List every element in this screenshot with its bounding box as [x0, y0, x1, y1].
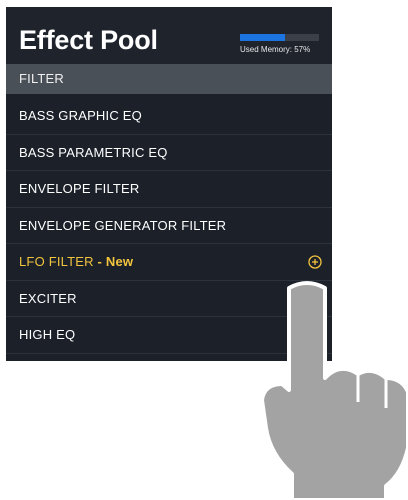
new-badge: - New: [93, 254, 134, 269]
header: Effect Pool Used Memory: 57%: [6, 7, 332, 64]
pointing-hand-icon: [262, 281, 408, 500]
list-item[interactable]: ENVELOPE FILTER: [6, 171, 332, 208]
list-item-label: EXCITER: [19, 290, 77, 306]
memory-usage-bar: [240, 34, 319, 41]
list-item[interactable]: BASS GRAPHIC EQ: [6, 98, 332, 135]
list-item-label: ENVELOPE GENERATOR FILTER: [19, 217, 227, 233]
memory-usage-label: Used Memory: 57%: [240, 45, 311, 54]
list-item[interactable]: ENVELOPE GENERATOR FILTER: [6, 208, 332, 244]
memory-usage: Used Memory: 57%: [240, 34, 320, 55]
add-circle-icon[interactable]: [308, 255, 322, 269]
list-item[interactable]: BASS PARAMETRIC EQ: [6, 135, 332, 171]
list-item-label: BASS GRAPHIC EQ: [19, 108, 142, 123]
list-item-label: HIGH EQ: [19, 327, 76, 342]
page-title: Effect Pool: [19, 25, 158, 55]
list-item-selected[interactable]: LFO FILTER - New: [6, 244, 332, 281]
section-header-filter: FILTER: [6, 64, 332, 94]
list-item-label: LFO FILTER: [19, 254, 94, 269]
list-item-label: BASS PARAMETRIC EQ: [19, 144, 168, 160]
memory-usage-fill: [240, 34, 286, 41]
list-item-label: ENVELOPE FILTER: [19, 181, 140, 196]
